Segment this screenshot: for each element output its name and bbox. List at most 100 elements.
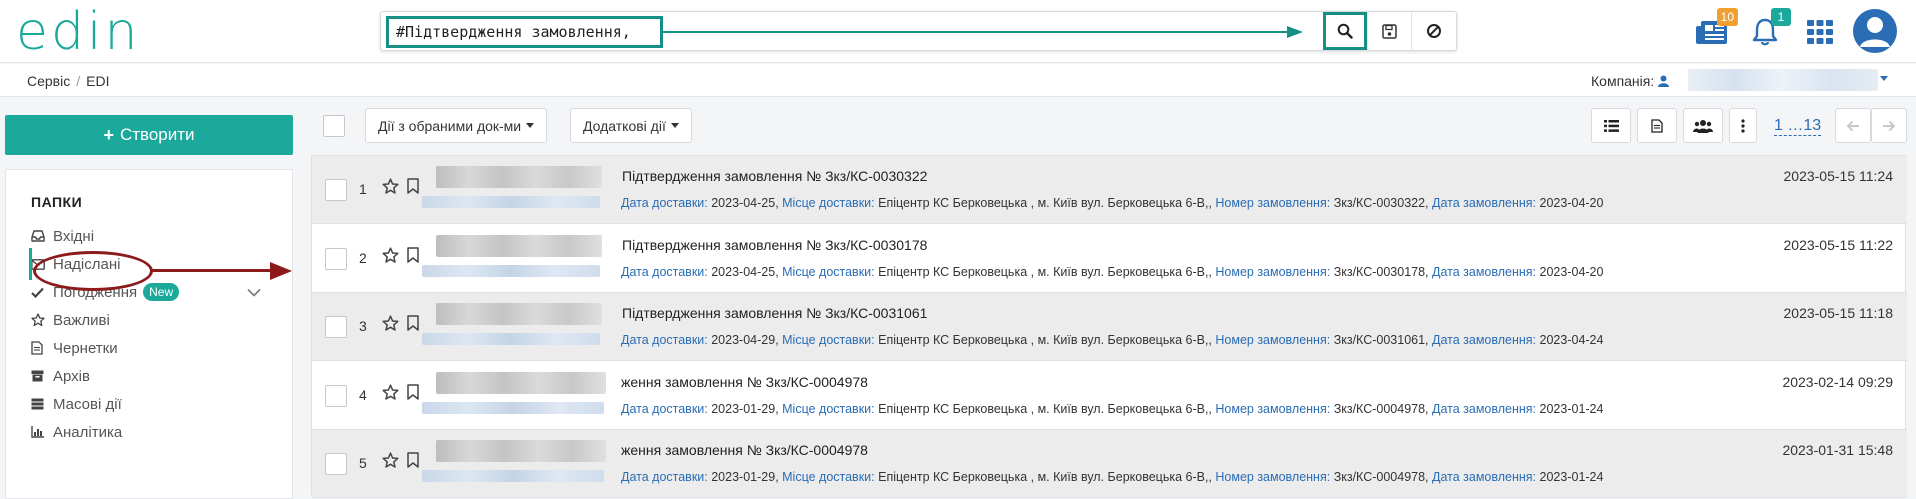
- chevron-down-icon[interactable]: [247, 284, 261, 301]
- blurred-counterparty: [422, 231, 614, 287]
- document-title[interactable]: Підтвердження замовлення № Зкз/КС-003017…: [622, 237, 927, 253]
- users-icon: [1693, 119, 1713, 133]
- meta-order-num: Зкз/КС-0030322: [1333, 196, 1426, 210]
- arrow-right-icon: [1883, 120, 1896, 131]
- grid-apps-icon: [1807, 20, 1833, 44]
- sidebar-item-bulk-actions[interactable]: Масові дії: [31, 390, 271, 418]
- meta-label-order-date: Дата замовлення:: [1432, 470, 1537, 484]
- pagination-pages[interactable]: 1 …13: [1774, 117, 1822, 136]
- star-icon[interactable]: [382, 452, 399, 474]
- row-checkbox[interactable]: [325, 453, 347, 475]
- meta-label-place: Місце доставки:: [782, 196, 875, 210]
- document-title[interactable]: Підтвердження замовлення № Зкз/КС-003106…: [622, 305, 927, 321]
- blurred-counterparty: [422, 436, 618, 492]
- row-number: 1: [359, 181, 367, 197]
- meta-order-date: 2023-04-20: [1539, 265, 1604, 279]
- star-icon[interactable]: [382, 178, 399, 200]
- meta-place: Епіцентр КС Берковецька , м. Київ вул. Б…: [878, 402, 1209, 416]
- document-meta: Дата доставки: 2023-04-25, Місце доставк…: [621, 265, 1604, 279]
- bookmark-icon[interactable]: [407, 315, 419, 336]
- sidebar-item-archive[interactable]: Архів: [31, 362, 271, 390]
- row-checkbox[interactable]: [325, 385, 347, 407]
- group-view-button[interactable]: [1683, 108, 1723, 143]
- document-icon: [31, 341, 53, 355]
- analytics-icon: [31, 426, 53, 438]
- company-select[interactable]: [1688, 69, 1878, 91]
- meta-order-date: 2023-04-20: [1539, 196, 1604, 210]
- user-avatar[interactable]: [1853, 9, 1897, 53]
- document-date: 2023-05-15 11:22: [1783, 237, 1894, 253]
- select-all-checkbox[interactable]: [323, 115, 345, 137]
- document-meta: Дата доставки: 2023-01-29, Місце доставк…: [621, 402, 1604, 416]
- star-icon: [31, 313, 53, 327]
- document-title[interactable]: ження замовлення № Зкз/КС-0004978: [621, 442, 868, 458]
- meta-delivery-date: 2023-01-29: [711, 402, 776, 416]
- document-meta: Дата доставки: 2023-01-29, Місце доставк…: [621, 470, 1604, 484]
- document-view-button[interactable]: [1637, 108, 1677, 143]
- document-row[interactable]: 4 ження замовлення № Зкз/КС-0004978 Дата д…: [312, 362, 1907, 430]
- row-checkbox[interactable]: [325, 248, 347, 270]
- notifications-count-badge: 1: [1771, 8, 1791, 26]
- company-label: Компанія:: [1591, 73, 1670, 89]
- search-bar: [380, 11, 1457, 51]
- messages-button[interactable]: 10: [1692, 8, 1738, 52]
- chevron-down-icon[interactable]: [1880, 76, 1888, 81]
- star-icon[interactable]: [382, 315, 399, 337]
- plus-icon: +: [103, 124, 114, 145]
- meta-label-order-num: Номер замовлення:: [1215, 265, 1331, 279]
- bulk-actions-dropdown[interactable]: Дії з обраними док-ми: [365, 108, 548, 143]
- row-checkbox[interactable]: [325, 179, 347, 201]
- document-meta: Дата доставки: 2023-04-29, Місце доставк…: [621, 333, 1604, 347]
- create-button[interactable]: + Створити: [5, 115, 293, 155]
- document-title[interactable]: Підтвердження замовлення № Зкз/КС-003032…: [622, 168, 927, 184]
- meta-delivery-date: 2023-01-29: [711, 470, 776, 484]
- prev-page-button[interactable]: [1835, 108, 1871, 143]
- row-checkbox[interactable]: [325, 316, 347, 338]
- star-icon[interactable]: [382, 247, 399, 269]
- breadcrumb-edi[interactable]: EDI: [86, 73, 109, 89]
- document-date: 2023-05-15 11:24: [1783, 168, 1894, 184]
- blurred-counterparty: [422, 368, 618, 424]
- user-small-icon: [1658, 75, 1670, 87]
- search-input[interactable]: [386, 16, 663, 48]
- star-icon[interactable]: [382, 384, 399, 406]
- document-title[interactable]: ження замовлення № Зкз/КС-0004978: [621, 374, 868, 390]
- bookmark-icon[interactable]: [407, 452, 419, 473]
- sidebar-item-analytics[interactable]: Аналітика: [31, 418, 271, 446]
- extra-actions-dropdown[interactable]: Додаткові дії: [570, 108, 692, 143]
- edin-logo[interactable]: edin: [16, 6, 140, 58]
- meta-label-order-num: Номер замовлення:: [1215, 402, 1331, 416]
- meta-label-order-date: Дата замовлення:: [1432, 196, 1537, 210]
- more-options-button[interactable]: [1729, 108, 1757, 143]
- list-view-button[interactable]: [1591, 108, 1631, 143]
- document-date: 2023-01-31 15:48: [1782, 442, 1893, 458]
- document-row[interactable]: 2 Підтвердження замовлення № Зкз/КС-00301…: [312, 225, 1907, 293]
- messages-count-badge: 10: [1716, 8, 1738, 26]
- clear-search-button[interactable]: [1411, 12, 1455, 50]
- meta-label-delivery-date: Дата доставки:: [621, 470, 708, 484]
- notifications-button[interactable]: 1: [1745, 8, 1791, 52]
- document-row[interactable]: 5 ження замовлення № Зкз/КС-0004978 Дата д…: [312, 430, 1907, 498]
- document-row[interactable]: 3 Підтвердження замовлення № Зкз/КС-00310…: [312, 293, 1907, 361]
- meta-label-order-date: Дата замовлення:: [1432, 265, 1537, 279]
- inbox-icon: [31, 230, 53, 242]
- meta-place: Епіцентр КС Берковецька , м. Київ вул. Б…: [878, 196, 1209, 210]
- bookmark-icon[interactable]: [407, 178, 419, 199]
- bookmark-icon[interactable]: [407, 247, 419, 268]
- search-icon: [1337, 23, 1353, 39]
- document-row[interactable]: 1 Підтвердження замовлення № Зкз/КС-00303…: [312, 156, 1907, 224]
- breadcrumb-service[interactable]: Сервіс: [27, 73, 70, 89]
- search-button[interactable]: [1323, 12, 1367, 50]
- sidebar-item-inbox[interactable]: Вхідні: [31, 222, 271, 250]
- floppy-disk-icon: [1382, 23, 1397, 39]
- meta-order-date: 2023-01-24: [1539, 402, 1604, 416]
- meta-delivery-date: 2023-04-25: [711, 265, 776, 279]
- sidebar-item-drafts[interactable]: Чернетки: [31, 334, 271, 362]
- meta-label-delivery-date: Дата доставки:: [621, 333, 708, 347]
- meta-label-place: Місце доставки:: [782, 265, 875, 279]
- bookmark-icon[interactable]: [407, 384, 419, 405]
- apps-menu-button[interactable]: [1800, 12, 1840, 52]
- sidebar-item-important[interactable]: Важливі: [31, 306, 271, 334]
- next-page-button[interactable]: [1871, 108, 1907, 143]
- save-search-button[interactable]: [1367, 12, 1411, 50]
